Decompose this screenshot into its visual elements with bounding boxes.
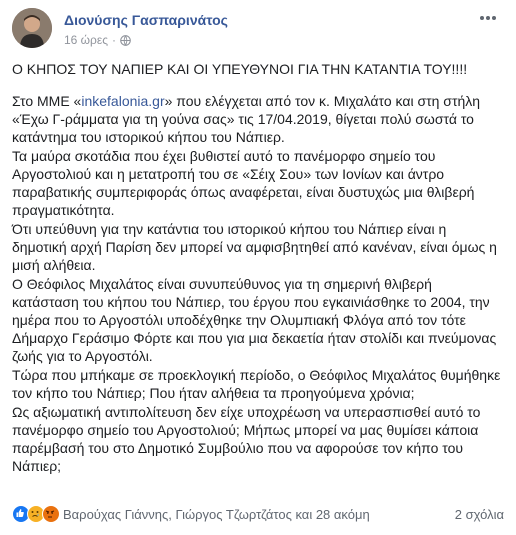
post-content: Ο ΚΗΠΟΣ ΤΟΥ ΝΑΠΙΕΡ ΚΑΙ ΟΙ ΥΠΕΥΘΥΝΟΙ ΓΙΑ …	[12, 60, 502, 475]
avatar[interactable]	[12, 8, 52, 48]
paragraph-1-start: Στο ΜΜΕ «	[12, 93, 82, 109]
post-header: Διονύσης Γασπαρινάτος 16 ώρες ·	[12, 8, 504, 52]
more-options-icon[interactable]	[478, 10, 498, 26]
paragraph-6: Ως αξιωματική αντιπολίτευση δεν είχε υπο…	[12, 404, 481, 474]
author-name[interactable]: Διονύσης Γασπαρινάτος	[64, 12, 228, 28]
post-time[interactable]: 16 ώρες	[64, 33, 108, 47]
reactors-text[interactable]: Βαρούχας Γιάννης, Γιώργος Τζωρτζάτος και…	[63, 507, 370, 522]
post-footer: Βαρούχας Γιάννης, Γιώργος Τζωρτζάτος και…	[12, 503, 504, 525]
paragraph-5: Τώρα που μπήκαμε σε προεκλογική περίοδο,…	[12, 367, 501, 401]
paragraph-4: Ο Θεόφιλος Μιχαλάτος είναι συνυπεύθυνος …	[12, 276, 497, 364]
inkefalonia-link[interactable]: inkefalonia.gr	[81, 93, 164, 109]
reaction-icons	[12, 505, 60, 523]
post-headline: Ο ΚΗΠΟΣ ΤΟΥ ΝΑΠΙΕΡ ΚΑΙ ΟΙ ΥΠΕΥΘΥΝΟΙ ΓΙΑ …	[12, 61, 468, 77]
profile-photo-icon	[12, 8, 52, 48]
post-meta: 16 ώρες ·	[64, 33, 131, 47]
reactions-summary[interactable]: Βαρούχας Γιάννης, Γιώργος Τζωρτζάτος και…	[12, 505, 370, 523]
paragraph-2: Τα μαύρα σκοτάδια που έχει βυθιστεί αυτό…	[12, 148, 475, 218]
separator-dot: ·	[112, 33, 117, 47]
comments-count[interactable]: 2 σχόλια	[455, 507, 504, 522]
facebook-post: Διονύσης Γασπαρινάτος 16 ώρες · Ο ΚΗΠΟΣ …	[0, 0, 516, 535]
angry-icon	[42, 505, 60, 523]
paragraph-3: Ότι υπεύθυνη για την κατάντια του ιστορι…	[12, 221, 497, 273]
paragraph-1: Στο ΜΜΕ «inkefalonia.gr» που ελέγχεται α…	[12, 92, 502, 146]
globe-icon	[120, 34, 131, 46]
